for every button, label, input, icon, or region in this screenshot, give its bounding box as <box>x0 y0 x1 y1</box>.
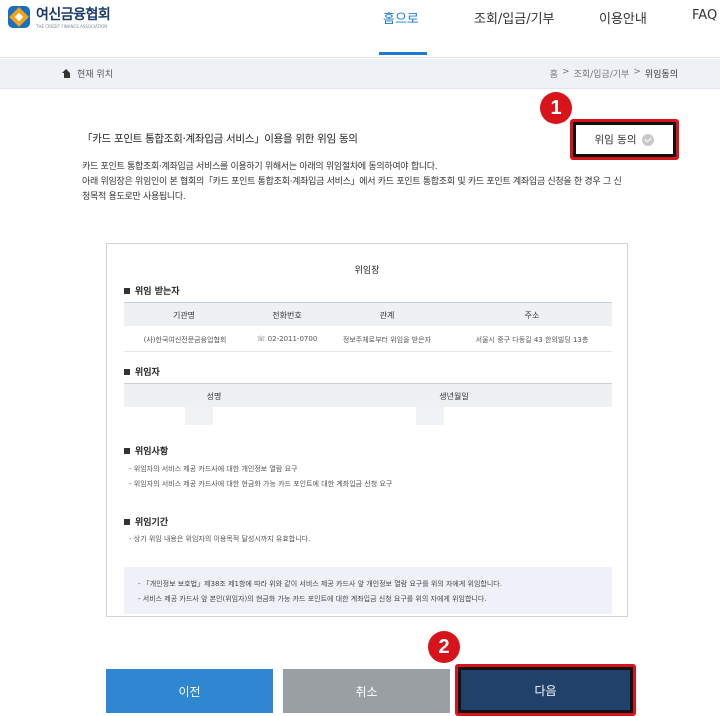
delegator-heading: 위임자 <box>124 365 160 378</box>
agree-highlight: 위임 동의 <box>570 119 679 160</box>
next-highlight: 다음 <box>455 664 636 716</box>
consent-description: 카드 포인트 통합조회·계좌입금 서비스를 이용하기 위해서는 아래의 위임절차… <box>82 162 622 202</box>
breadcrumb-current: 위임동의 <box>644 70 678 80</box>
list-item: - 위임자의 서비스 제공 카드사에 대한 개인정보 열람 요구 <box>129 465 298 473</box>
next-button[interactable]: 다음 <box>461 670 630 710</box>
nav-home[interactable]: 홈으로 <box>383 8 419 27</box>
list-item: - 상기 위임 내용은 위임자의 이용목적 달성시까지 유효합니다. <box>129 535 311 543</box>
table-row: (사)한국여신전문금융업협회 ☏ 02-2011-0700 정보주체로부터 위임… <box>124 328 612 352</box>
page-title: 「카드 포인트 통합조회·계좌입금 서비스」이용을 위한 위임 동의 <box>82 133 358 145</box>
breadcrumb: 현재 위치 홈 > 조회/입금/기부 > 위임동의 <box>0 59 720 89</box>
agree-button-label: 위임 동의 <box>594 134 637 146</box>
receiver-heading: 위임 받는자 <box>124 284 180 297</box>
list-item: - 위임자의 서비스 제공 카드사에 대한 현금화 가능 카드 포인트에 대한 … <box>129 480 393 488</box>
notice-line: - 「개인정보 보호법」제38조 제1항에 따라 위와 같이 서비스 제공 카드… <box>138 580 502 588</box>
check-icon <box>642 133 655 146</box>
receiver-table-header: 기관명 전화번호 관계 주소 <box>124 302 612 326</box>
breadcrumb-separator: > <box>562 67 570 77</box>
step-badge-2: 2 <box>428 631 460 663</box>
notice-line: - 서비스 제공 카드사 앞 본인(위임자)의 현금화 가능 카드 포인트에 대… <box>138 595 487 603</box>
name-field <box>185 407 213 425</box>
logo-title: 여신금융협회 <box>36 7 111 23</box>
logo-subtitle: THE CREDIT FINANCE ASSOCIATION <box>36 24 108 29</box>
current-location-label: 현재 위치 <box>77 70 113 80</box>
prev-button[interactable]: 이전 <box>106 669 273 713</box>
delegator-table-header: 성명 생년월일 <box>124 383 612 407</box>
association-logo[interactable]: 여신금융협회 THE CREDIT FINANCE ASSOCIATION <box>8 6 111 30</box>
step-badge-1: 1 <box>540 92 572 124</box>
active-nav-indicator <box>379 52 427 55</box>
nav-inquiry-deposit-donate[interactable]: 조회/입금/기부 <box>474 8 555 27</box>
home-icon <box>62 69 71 78</box>
document-title: 위임장 <box>354 266 380 276</box>
notice-box: - 「개인정보 보호법」제38조 제1항에 따라 위와 같이 서비스 제공 카드… <box>124 567 612 614</box>
agree-button[interactable]: 위임 동의 <box>576 125 673 154</box>
period-heading: 위임기간 <box>124 515 168 528</box>
cancel-button[interactable]: 취소 <box>283 669 450 713</box>
nav-guide[interactable]: 이용안내 <box>599 8 647 27</box>
power-of-attorney-document[interactable]: 위임장 위임 받는자 기관명 전화번호 관계 주소 (사)한국여신전문금융업협회… <box>106 243 628 617</box>
logo-mark-icon <box>8 6 30 28</box>
birthdate-field <box>416 407 444 425</box>
top-header: 여신금융협회 THE CREDIT FINANCE ASSOCIATION 홈으… <box>0 0 720 58</box>
breadcrumb-separator: > <box>633 67 641 77</box>
nav-faq[interactable]: FAQ <box>692 8 717 23</box>
breadcrumb-home[interactable]: 홈 <box>550 67 558 80</box>
matters-heading: 위임사항 <box>124 444 168 457</box>
breadcrumb-inquiry[interactable]: 조회/입금/기부 <box>574 67 630 80</box>
